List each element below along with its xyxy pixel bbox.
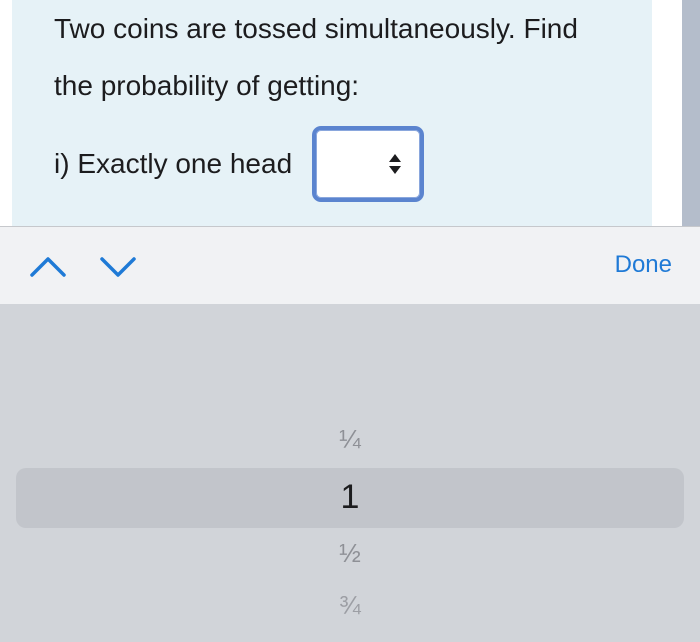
picker-option[interactable]: ¼ <box>0 424 700 455</box>
keyboard-accessory-bar: Done <box>0 226 700 304</box>
done-button[interactable]: Done <box>615 251 672 279</box>
screen: Two coins are tossed simultaneously. Fin… <box>0 0 700 642</box>
question-text-line2: the probability of getting: <box>54 70 360 101</box>
question-text-line1: Two coins are tossed simultaneously. Fin… <box>54 13 578 44</box>
next-field-button[interactable] <box>98 251 138 281</box>
updown-arrows-icon <box>389 154 401 174</box>
page-area: Two coins are tossed simultaneously. Fin… <box>0 0 700 226</box>
scroll-strip <box>682 0 700 226</box>
picker-option-selected[interactable]: 1 <box>0 478 700 517</box>
picker-option[interactable]: ½ <box>0 538 700 569</box>
previous-field-button[interactable] <box>28 251 68 281</box>
option-picker[interactable]: ¼ 1 ½ ¾ <box>0 304 700 642</box>
chevron-up-icon <box>30 257 66 277</box>
chevron-down-icon <box>100 257 136 277</box>
part-label: i) Exactly one head <box>54 148 293 179</box>
picker-option[interactable]: ¾ <box>0 590 700 621</box>
answer-select[interactable] <box>312 126 424 202</box>
